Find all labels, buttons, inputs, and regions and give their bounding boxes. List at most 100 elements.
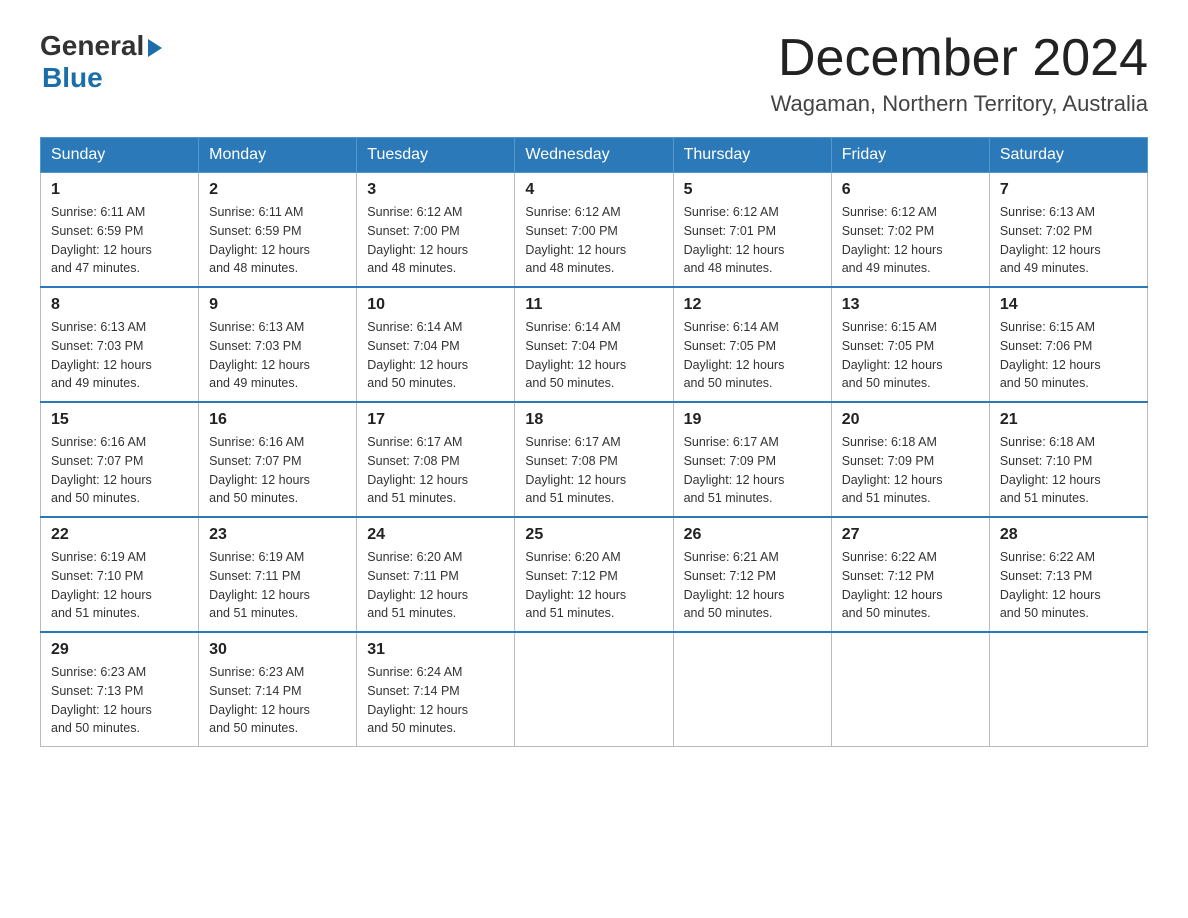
calendar-day-cell: 12 Sunrise: 6:14 AMSunset: 7:05 PMDayligh… xyxy=(673,287,831,402)
calendar-table: SundayMondayTuesdayWednesdayThursdayFrid… xyxy=(40,137,1148,747)
calendar-day-cell xyxy=(831,632,989,747)
calendar-day-cell: 5 Sunrise: 6:12 AMSunset: 7:01 PMDaylight… xyxy=(673,173,831,288)
day-number: 18 xyxy=(525,411,662,429)
day-info: Sunrise: 6:12 AMSunset: 7:01 PMDaylight:… xyxy=(684,203,821,278)
day-info: Sunrise: 6:16 AMSunset: 7:07 PMDaylight:… xyxy=(51,433,188,508)
day-info: Sunrise: 6:23 AMSunset: 7:14 PMDaylight:… xyxy=(209,663,346,738)
day-info: Sunrise: 6:17 AMSunset: 7:08 PMDaylight:… xyxy=(367,433,504,508)
day-number: 26 xyxy=(684,526,821,544)
day-number: 4 xyxy=(525,181,662,199)
day-info: Sunrise: 6:14 AMSunset: 7:04 PMDaylight:… xyxy=(525,318,662,393)
calendar-day-cell xyxy=(989,632,1147,747)
day-of-week-header: Monday xyxy=(199,138,357,173)
calendar-day-cell xyxy=(673,632,831,747)
calendar-day-cell: 10 Sunrise: 6:14 AMSunset: 7:04 PMDayligh… xyxy=(357,287,515,402)
day-number: 20 xyxy=(842,411,979,429)
day-of-week-header: Friday xyxy=(831,138,989,173)
day-of-week-header: Sunday xyxy=(41,138,199,173)
calendar-day-cell: 23 Sunrise: 6:19 AMSunset: 7:11 PMDayligh… xyxy=(199,517,357,632)
day-number: 31 xyxy=(367,641,504,659)
location-text: Wagaman, Northern Territory, Australia xyxy=(771,91,1148,117)
calendar-day-cell: 30 Sunrise: 6:23 AMSunset: 7:14 PMDayligh… xyxy=(199,632,357,747)
day-info: Sunrise: 6:19 AMSunset: 7:10 PMDaylight:… xyxy=(51,548,188,623)
calendar-day-cell: 20 Sunrise: 6:18 AMSunset: 7:09 PMDayligh… xyxy=(831,402,989,517)
day-number: 7 xyxy=(1000,181,1137,199)
day-number: 13 xyxy=(842,296,979,314)
day-info: Sunrise: 6:22 AMSunset: 7:12 PMDaylight:… xyxy=(842,548,979,623)
day-number: 9 xyxy=(209,296,346,314)
calendar-day-cell: 14Sunrise: 6:15 AMSunset: 7:06 PMDayligh… xyxy=(989,287,1147,402)
day-info: Sunrise: 6:19 AMSunset: 7:11 PMDaylight:… xyxy=(209,548,346,623)
day-info: Sunrise: 6:13 AMSunset: 7:03 PMDaylight:… xyxy=(209,318,346,393)
calendar-day-cell: 2 Sunrise: 6:11 AMSunset: 6:59 PMDaylight… xyxy=(199,173,357,288)
day-number: 5 xyxy=(684,181,821,199)
day-info: Sunrise: 6:17 AMSunset: 7:09 PMDaylight:… xyxy=(684,433,821,508)
day-number: 11 xyxy=(525,296,662,314)
day-number: 28 xyxy=(1000,526,1137,544)
day-info: Sunrise: 6:20 AMSunset: 7:11 PMDaylight:… xyxy=(367,548,504,623)
calendar-day-cell: 3 Sunrise: 6:12 AMSunset: 7:00 PMDaylight… xyxy=(357,173,515,288)
calendar-day-cell xyxy=(515,632,673,747)
day-number: 17 xyxy=(367,411,504,429)
calendar-day-cell: 25Sunrise: 6:20 AMSunset: 7:12 PMDayligh… xyxy=(515,517,673,632)
day-info: Sunrise: 6:18 AMSunset: 7:09 PMDaylight:… xyxy=(842,433,979,508)
day-info: Sunrise: 6:18 AMSunset: 7:10 PMDaylight:… xyxy=(1000,433,1137,508)
day-number: 14 xyxy=(1000,296,1137,314)
day-info: Sunrise: 6:14 AMSunset: 7:04 PMDaylight:… xyxy=(367,318,504,393)
day-info: Sunrise: 6:11 AMSunset: 6:59 PMDaylight:… xyxy=(209,203,346,278)
calendar-day-cell: 29Sunrise: 6:23 AMSunset: 7:13 PMDayligh… xyxy=(41,632,199,747)
calendar-day-cell: 22 Sunrise: 6:19 AMSunset: 7:10 PMDayligh… xyxy=(41,517,199,632)
logo-arrow-icon xyxy=(148,39,162,57)
day-number: 30 xyxy=(209,641,346,659)
day-info: Sunrise: 6:24 AMSunset: 7:14 PMDaylight:… xyxy=(367,663,504,738)
day-of-week-header: Saturday xyxy=(989,138,1147,173)
day-info: Sunrise: 6:12 AMSunset: 7:00 PMDaylight:… xyxy=(525,203,662,278)
day-info: Sunrise: 6:16 AMSunset: 7:07 PMDaylight:… xyxy=(209,433,346,508)
day-number: 19 xyxy=(684,411,821,429)
calendar-day-cell: 7 Sunrise: 6:13 AMSunset: 7:02 PMDaylight… xyxy=(989,173,1147,288)
day-info: Sunrise: 6:12 AMSunset: 7:02 PMDaylight:… xyxy=(842,203,979,278)
day-number: 10 xyxy=(367,296,504,314)
day-number: 29 xyxy=(51,641,188,659)
calendar-day-cell: 18 Sunrise: 6:17 AMSunset: 7:08 PMDayligh… xyxy=(515,402,673,517)
calendar-header-row: SundayMondayTuesdayWednesdayThursdayFrid… xyxy=(41,138,1148,173)
title-section: December 2024 Wagaman, Northern Territor… xyxy=(771,30,1148,117)
day-number: 22 xyxy=(51,526,188,544)
calendar-day-cell: 26 Sunrise: 6:21 AMSunset: 7:12 PMDayligh… xyxy=(673,517,831,632)
day-number: 25 xyxy=(525,526,662,544)
day-info: Sunrise: 6:21 AMSunset: 7:12 PMDaylight:… xyxy=(684,548,821,623)
calendar-week-row: 8Sunrise: 6:13 AMSunset: 7:03 PMDaylight… xyxy=(41,287,1148,402)
page-header: General Blue December 2024 Wagaman, Nort… xyxy=(40,30,1148,117)
day-number: 1 xyxy=(51,181,188,199)
calendar-day-cell: 17 Sunrise: 6:17 AMSunset: 7:08 PMDayligh… xyxy=(357,402,515,517)
day-info: Sunrise: 6:13 AMSunset: 7:02 PMDaylight:… xyxy=(1000,203,1137,278)
calendar-day-cell: 4 Sunrise: 6:12 AMSunset: 7:00 PMDaylight… xyxy=(515,173,673,288)
day-info: Sunrise: 6:12 AMSunset: 7:00 PMDaylight:… xyxy=(367,203,504,278)
calendar-week-row: 15Sunrise: 6:16 AMSunset: 7:07 PMDayligh… xyxy=(41,402,1148,517)
calendar-day-cell: 31 Sunrise: 6:24 AMSunset: 7:14 PMDayligh… xyxy=(357,632,515,747)
calendar-day-cell: 24 Sunrise: 6:20 AMSunset: 7:11 PMDayligh… xyxy=(357,517,515,632)
day-of-week-header: Wednesday xyxy=(515,138,673,173)
day-of-week-header: Thursday xyxy=(673,138,831,173)
day-number: 24 xyxy=(367,526,504,544)
calendar-week-row: 22 Sunrise: 6:19 AMSunset: 7:10 PMDayligh… xyxy=(41,517,1148,632)
calendar-day-cell: 16Sunrise: 6:16 AMSunset: 7:07 PMDayligh… xyxy=(199,402,357,517)
day-info: Sunrise: 6:13 AMSunset: 7:03 PMDaylight:… xyxy=(51,318,188,393)
month-title: December 2024 xyxy=(771,30,1148,87)
calendar-day-cell: 1Sunrise: 6:11 AMSunset: 6:59 PMDaylight… xyxy=(41,173,199,288)
calendar-day-cell: 15Sunrise: 6:16 AMSunset: 7:07 PMDayligh… xyxy=(41,402,199,517)
day-info: Sunrise: 6:15 AMSunset: 7:05 PMDaylight:… xyxy=(842,318,979,393)
calendar-day-cell: 21Sunrise: 6:18 AMSunset: 7:10 PMDayligh… xyxy=(989,402,1147,517)
logo: General Blue xyxy=(40,30,162,94)
day-info: Sunrise: 6:17 AMSunset: 7:08 PMDaylight:… xyxy=(525,433,662,508)
day-number: 23 xyxy=(209,526,346,544)
calendar-day-cell: 28Sunrise: 6:22 AMSunset: 7:13 PMDayligh… xyxy=(989,517,1147,632)
day-number: 3 xyxy=(367,181,504,199)
day-info: Sunrise: 6:14 AMSunset: 7:05 PMDaylight:… xyxy=(684,318,821,393)
day-of-week-header: Tuesday xyxy=(357,138,515,173)
day-number: 2 xyxy=(209,181,346,199)
calendar-day-cell: 11 Sunrise: 6:14 AMSunset: 7:04 PMDayligh… xyxy=(515,287,673,402)
day-number: 12 xyxy=(684,296,821,314)
logo-general-text: General xyxy=(40,30,144,62)
calendar-day-cell: 27Sunrise: 6:22 AMSunset: 7:12 PMDayligh… xyxy=(831,517,989,632)
